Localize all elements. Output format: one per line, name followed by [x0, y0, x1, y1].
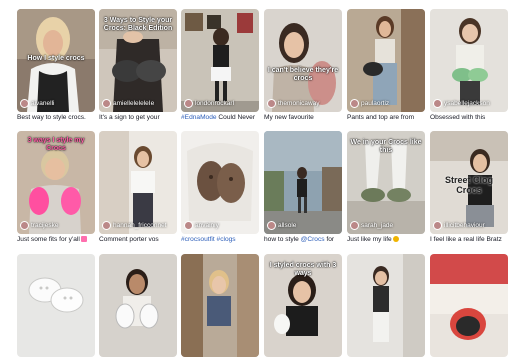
video-caption[interactable]: how to style @Crocs for — [264, 235, 348, 244]
video-thumbnail[interactable]: allsole — [264, 131, 342, 234]
avatar — [20, 221, 29, 230]
emoji-icon — [392, 236, 399, 243]
video-caption[interactable]: #crocsoutfit #clogs — [181, 235, 265, 244]
username: amielleleleleIe — [113, 100, 155, 107]
avatar — [433, 221, 442, 230]
video-caption[interactable]: It's a sign to get your — [99, 113, 183, 122]
avatar — [184, 99, 193, 108]
video-thumbnail[interactable]: paulaortiz — [347, 9, 425, 112]
video-caption[interactable]: I feel like a real life Bratz — [430, 235, 512, 244]
creator-handle[interactable]: amielleleleleIe — [102, 99, 154, 108]
avatar — [350, 221, 359, 230]
video-caption[interactable]: My new favourite — [264, 113, 348, 122]
creator-handle[interactable]: ysabellejackson — [433, 99, 490, 108]
creator-handle[interactable]: tracijeske — [20, 221, 58, 230]
video-overlay-text: How I style crocs — [27, 55, 85, 62]
username: hannah_fricconnet — [113, 222, 167, 229]
creator-handle[interactable]: paulaortiz — [350, 99, 389, 108]
video-thumbnail[interactable]: 3 Ways to Style your Crocs: Black Editio… — [99, 9, 177, 112]
username: illicitbehaviour — [444, 222, 485, 229]
username: themonicaway — [278, 100, 320, 107]
video-caption[interactable]: Obsessed with this — [430, 113, 512, 122]
video-caption[interactable]: Just like my life — [347, 235, 431, 244]
video-overlay-text: I can't believe they're crocs — [267, 67, 339, 82]
video-caption[interactable]: Just some fits for y'all — [17, 235, 101, 244]
username: anvainiy — [195, 222, 219, 229]
avatar — [350, 99, 359, 108]
avatar — [267, 221, 276, 230]
avatar — [20, 99, 29, 108]
video-overlay-text: Street Clog Crocs — [444, 175, 493, 195]
avatar — [433, 99, 442, 108]
video-thumbnail[interactable] — [181, 254, 259, 357]
video-caption[interactable]: Pants and top are from — [347, 113, 431, 122]
video-thumbnail[interactable] — [430, 254, 508, 357]
avatar — [184, 221, 193, 230]
hashtag[interactable]: #crocsoutfit #clogs — [181, 236, 236, 243]
video-thumbnail[interactable]: Street Clog Crocs illicitbehaviour — [430, 131, 508, 234]
video-thumbnail[interactable]: 3 ways I style my Crocs tracijeske — [17, 131, 95, 234]
creator-handle[interactable]: londonrockarl — [184, 99, 234, 108]
avatar — [267, 99, 276, 108]
video-overlay-text: 3 ways I style my Crocs — [27, 137, 85, 152]
video-thumbnail[interactable]: anvainiy — [181, 131, 259, 234]
caption-text: Could Never — [216, 114, 256, 121]
video-overlay-text: We in your Crocs like this — [350, 139, 422, 154]
username: allsole — [278, 222, 297, 229]
hashtag[interactable]: #EdnaMode — [181, 114, 217, 121]
video-thumbnail[interactable]: londonrockarl — [181, 9, 259, 112]
caption-text: Just like my life — [347, 236, 392, 243]
video-caption[interactable]: Best way to style crocs. — [17, 113, 101, 122]
video-thumbnail[interactable]: ysabellejackson — [430, 9, 508, 112]
caption-text: for — [324, 236, 335, 243]
video-thumbnail[interactable] — [99, 254, 177, 357]
creator-handle[interactable]: aivanelli — [20, 99, 55, 108]
creator-handle[interactable]: illicitbehaviour — [433, 221, 485, 230]
username: paulaortiz — [361, 100, 390, 107]
creator-handle[interactable]: allsole — [267, 221, 296, 230]
avatar — [102, 221, 111, 230]
video-thumbnail[interactable]: We in your Crocs like this sarah_jade — [347, 131, 425, 234]
caption-text: Just some fits for y'all — [17, 236, 80, 243]
creator-handle[interactable]: themonicaway — [267, 99, 320, 108]
video-thumbnail[interactable]: I styled crocs with 3 ways — [264, 254, 342, 357]
video-overlay-text: 3 Ways to Style your Crocs: Black Editio… — [103, 17, 173, 32]
video-thumbnail[interactable]: hannah_fricconnet — [99, 131, 177, 234]
creator-handle[interactable]: anvainiy — [184, 221, 219, 230]
video-caption[interactable]: #EdnaMode Could Never — [181, 113, 265, 122]
username: londonrockarl — [195, 100, 235, 107]
mention[interactable]: @Crocs — [301, 236, 325, 243]
caption-text: how to style — [264, 236, 301, 243]
username: ysabellejackson — [444, 100, 490, 107]
emoji-icon — [80, 236, 87, 243]
video-caption[interactable]: Comment porter vos — [99, 235, 183, 244]
creator-handle[interactable]: sarah_jade — [350, 221, 393, 230]
video-overlay-text: I styled crocs with 3 ways — [269, 262, 337, 277]
video-thumbnail[interactable] — [17, 254, 95, 357]
username: sarah_jade — [361, 222, 394, 229]
creator-handle[interactable]: hannah_fricconnet — [102, 221, 167, 230]
username: aivanelli — [31, 100, 55, 107]
video-thumbnail[interactable] — [347, 254, 425, 357]
video-thumbnail[interactable]: I can't believe they're crocs themonicaw… — [264, 9, 342, 112]
username: tracijeske — [31, 222, 59, 229]
avatar — [102, 99, 111, 108]
video-thumbnail[interactable]: How I style crocs aivanelli — [17, 9, 95, 112]
